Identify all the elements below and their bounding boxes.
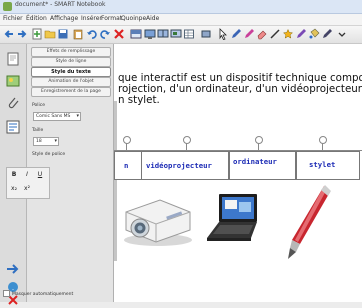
rotate-handle[interactable]: [123, 136, 131, 144]
menu-format[interactable]: Format: [101, 15, 122, 22]
menu-insert[interactable]: Insérer: [81, 15, 102, 22]
display-icon[interactable]: [144, 28, 156, 40]
menu-tools[interactable]: Quoinpe: [121, 15, 146, 22]
label-ordinateur[interactable]: ordinateur: [229, 151, 296, 180]
intro-text[interactable]: que interactif est un dispositif techniq…: [118, 73, 362, 106]
menu-bar: Fichier Édition Affichage Insérer Format…: [0, 14, 362, 26]
attachments-icon[interactable]: [5, 96, 21, 110]
menu-edit[interactable]: Édition: [26, 15, 47, 22]
back-arrow-icon[interactable]: [3, 28, 15, 40]
move-sidebar-arrow-icon[interactable]: [5, 262, 21, 276]
magic-pen-icon[interactable]: [295, 28, 307, 40]
screen-shade-icon[interactable]: [130, 28, 142, 40]
italic-button[interactable]: I: [22, 170, 32, 180]
stylus-image[interactable]: [284, 182, 334, 262]
undo-icon[interactable]: [86, 28, 98, 40]
menu-help[interactable]: Aide: [146, 15, 159, 22]
page-sorter-icon[interactable]: [5, 52, 21, 66]
intro-line-3: n stylet.: [118, 94, 160, 106]
laptop-image[interactable]: [205, 190, 267, 246]
size-label: Taille: [32, 128, 44, 133]
creative-pen-icon[interactable]: [243, 28, 255, 40]
font-style-box: B I U x₂ x²: [6, 167, 50, 199]
forward-arrow-icon[interactable]: [16, 28, 28, 40]
table-icon[interactable]: [183, 28, 195, 40]
title-bar: document* - SMART Notebook: [0, 0, 362, 14]
paste-icon[interactable]: [72, 28, 84, 40]
save-icon[interactable]: [57, 28, 69, 40]
gallery-icon[interactable]: [5, 74, 21, 88]
eraser-icon[interactable]: [256, 28, 268, 40]
subscript-button[interactable]: x₂: [9, 184, 19, 194]
document-camera-icon[interactable]: [200, 28, 212, 40]
font-select[interactable]: Comic Sans MS: [33, 112, 81, 121]
label-videoprojecteur[interactable]: vidéoprojecteur: [141, 151, 229, 180]
auto-hide-label: Masquer automatiquement: [12, 292, 74, 297]
rotate-handle[interactable]: [255, 136, 263, 144]
font-label: Police: [32, 103, 46, 108]
auto-hide-checkbox[interactable]: [3, 290, 10, 297]
line-tool-icon[interactable]: [269, 28, 281, 40]
auto-hide-row[interactable]: Masquer automatiquement: [3, 290, 73, 297]
tab-object-animation[interactable]: Animation de l'objet: [31, 77, 111, 87]
delete-icon[interactable]: [113, 28, 125, 40]
size-select[interactable]: 18: [33, 137, 59, 146]
tab-fill-effects[interactable]: Effets de remplissage: [31, 47, 111, 57]
tab-text-style[interactable]: Style du texte: [31, 67, 111, 77]
properties-icon[interactable]: [5, 120, 21, 134]
more-tools-icon[interactable]: [336, 28, 348, 40]
pen-icon[interactable]: [230, 28, 242, 40]
window-title: document* - SMART Notebook: [15, 1, 106, 8]
rotate-handle[interactable]: [183, 136, 191, 144]
fill-icon[interactable]: [308, 28, 320, 40]
projector-image[interactable]: [120, 190, 195, 248]
menu-file[interactable]: Fichier: [3, 15, 23, 22]
label-stylet[interactable]: stylet: [296, 151, 360, 180]
bold-button[interactable]: B: [9, 170, 19, 180]
shapes-icon[interactable]: [282, 28, 294, 40]
tab-page-recording[interactable]: Enregistrement de la page: [31, 87, 111, 97]
font-style-label: Style de police: [32, 152, 66, 157]
rotate-handle[interactable]: [319, 136, 327, 144]
app-icon: [3, 2, 12, 11]
toolbar: [0, 26, 362, 44]
dual-display-icon[interactable]: [157, 28, 169, 40]
open-folder-icon[interactable]: [44, 28, 56, 40]
redo-icon[interactable]: [99, 28, 111, 40]
capture-icon[interactable]: [170, 28, 182, 40]
menu-view[interactable]: Affichage: [50, 15, 78, 22]
underline-button[interactable]: U: [35, 170, 45, 180]
add-page-icon[interactable]: [31, 28, 43, 40]
canvas-left-edge: [114, 101, 117, 261]
superscript-button[interactable]: x²: [22, 184, 32, 194]
select-arrow-icon[interactable]: [217, 28, 229, 40]
tab-line-style[interactable]: Style de ligne: [31, 57, 111, 67]
text-tool-icon[interactable]: [321, 28, 333, 40]
